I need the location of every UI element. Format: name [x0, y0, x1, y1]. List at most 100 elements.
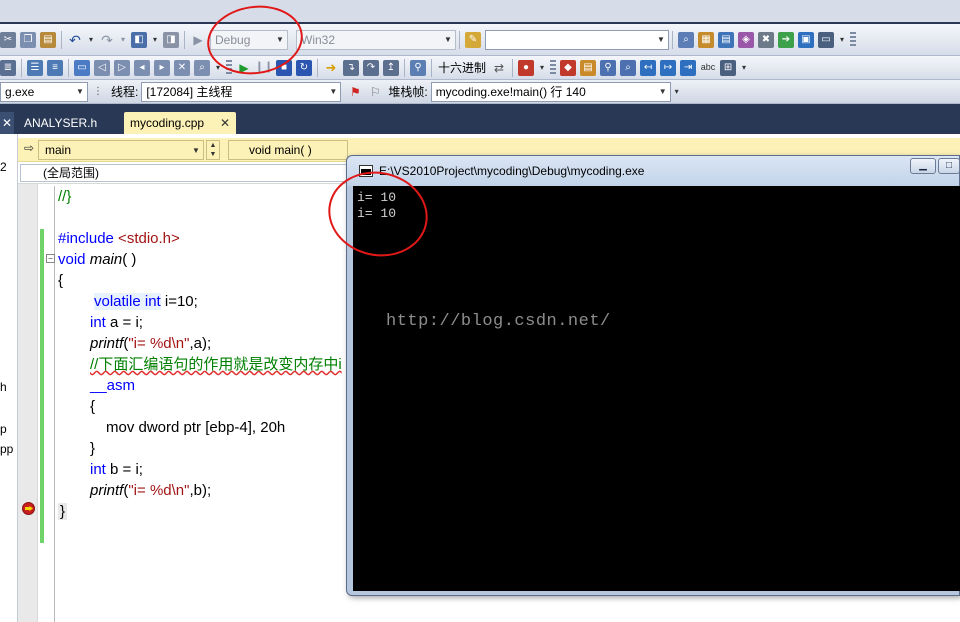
indent-icon[interactable]: ≣ [0, 59, 16, 76]
chevron-down-icon: ▼ [76, 87, 84, 96]
start-debugging-icon[interactable]: ▶ [190, 32, 206, 48]
collapse-icon[interactable]: − [46, 254, 55, 263]
breakpoint-current-line-icon[interactable] [22, 502, 35, 515]
toolbox-icon[interactable]: ✖ [758, 31, 774, 48]
preprocessor: #include [58, 230, 114, 247]
close-tab-icon[interactable]: ✕ [220, 116, 230, 130]
class-icon: ⇨ [24, 141, 35, 155]
separator [317, 58, 318, 77]
glyph-margin[interactable] [18, 184, 38, 622]
console-output[interactable]: i= 10 i= 10 [353, 186, 960, 591]
thread-combo[interactable]: [172084] 主线程 ▼ [141, 81, 342, 102]
split-button[interactable]: ▲ ▼ [206, 140, 220, 160]
comment: //} [58, 188, 72, 205]
outlining-line [54, 186, 55, 622]
find-in-files-icon[interactable]: ✎ [465, 31, 481, 48]
go-forward-icon[interactable]: ↦ [660, 59, 677, 76]
hex-display-button[interactable]: 十六进制 [438, 59, 486, 76]
prev-bookmark-icon[interactable]: ◁ [94, 59, 110, 76]
find-references-icon[interactable]: ⌕ [194, 59, 210, 76]
close-icon[interactable]: ✕ [0, 112, 14, 134]
call-hierarchy-icon[interactable]: ⚲ [600, 59, 617, 76]
code-line: printf("i= %d\n",b); [90, 482, 212, 499]
cut-icon[interactable]: ✂ [0, 31, 16, 48]
show-next-statement-icon[interactable]: ➜ [323, 60, 339, 76]
function-combo[interactable]: void main( ) [228, 140, 348, 160]
uncomment-icon[interactable]: ≡ [47, 59, 63, 76]
tab-mycoding-cpp[interactable]: mycoding.cpp ✕ [124, 112, 236, 134]
function-combo-value: void main( ) [249, 143, 312, 157]
console-window[interactable]: E:\VS2010Project\mycoding\Debug\mycoding… [346, 155, 960, 596]
global-scope-box[interactable]: (全局范围) [20, 164, 350, 182]
stack-frame-combo[interactable]: mycoding.exe!main() 行 140 ▼ [430, 81, 671, 102]
console-title-bar[interactable]: E:\VS2010Project\mycoding\Debug\mycoding… [347, 156, 960, 186]
find-combo[interactable]: ▼ [485, 29, 669, 50]
solution-explorer-icon[interactable]: ▦ [698, 31, 714, 48]
navigate-backward-icon[interactable]: ◧ [131, 31, 147, 48]
navigate-forward-icon[interactable]: ◨ [163, 31, 179, 48]
tab-analyser-h[interactable]: ANALYSER.h [18, 112, 120, 134]
toolbar-options-icon[interactable]: ▾ [838, 32, 846, 48]
copy-icon[interactable]: ❐ [20, 31, 36, 48]
tab-label: ANALYSER.h [24, 116, 98, 130]
code-line: //下面汇编语句的作用就是改变内存中i [90, 354, 342, 375]
comment-icon[interactable]: ☰ [27, 59, 43, 76]
process-combo[interactable]: g.exe ▼ [0, 81, 88, 102]
spell-check-icon[interactable]: abc [700, 60, 716, 76]
paste-icon[interactable]: ▤ [40, 31, 56, 48]
find-icon[interactable]: ⌕ [678, 31, 694, 48]
format-icon[interactable]: ⊞ [720, 59, 737, 76]
keyword: void [58, 251, 86, 268]
asm-instruction: mov dword ptr [106, 419, 202, 436]
restart-icon[interactable]: ↻ [296, 59, 312, 76]
undo-dropdown-icon[interactable]: ▾ [87, 32, 95, 48]
bookmark-icon[interactable]: ▭ [74, 59, 90, 76]
maximize-icon[interactable]: □ [938, 158, 960, 174]
code-line: } [58, 501, 68, 522]
code-line: int b = i; [90, 459, 143, 480]
undo-icon[interactable]: ↶ [67, 32, 83, 48]
windows-dropdown-icon[interactable]: ▾ [538, 60, 546, 76]
toolbar-options-icon[interactable]: ▾ [740, 60, 748, 76]
next-bookmark-icon[interactable]: ▷ [114, 59, 130, 76]
panel-text: pp [0, 442, 14, 456]
toolbar-grip-icon[interactable] [850, 31, 856, 48]
next-bookmark-folder-icon[interactable]: ▸ [154, 59, 170, 76]
thread-icon: ⋮ [93, 85, 103, 97]
function-name: main [89, 251, 123, 268]
quick-watch-icon[interactable]: ⚲ [410, 59, 426, 76]
scope-combo[interactable]: main ▼ [38, 140, 204, 160]
navigate-dropdown-icon[interactable]: ▾ [151, 32, 159, 48]
go-back-icon[interactable]: ↤ [640, 59, 657, 76]
start-page-icon[interactable]: ➔ [778, 31, 794, 48]
threads-icon[interactable]: ⇄ [491, 60, 507, 76]
object-browser-icon[interactable]: ◈ [738, 31, 754, 48]
solution-platform-combo[interactable]: Win32 ▼ [296, 29, 456, 50]
clear-bookmarks-icon[interactable]: ✕ [174, 59, 190, 76]
command-window-icon[interactable]: ▭ [818, 31, 834, 48]
code-text-part: a = i; [105, 314, 143, 331]
toolbar-grip-icon[interactable] [550, 59, 557, 76]
separator [672, 30, 673, 49]
redo-dropdown-icon[interactable]: ▾ [119, 32, 127, 48]
keyword: __asm [90, 377, 136, 394]
redo-icon[interactable]: ↷ [99, 32, 115, 48]
flag-dropdown-icon[interactable]: ⚐ [367, 84, 383, 100]
flag-thread-icon[interactable]: ⚑ [347, 84, 363, 100]
function-name: printf [90, 482, 124, 499]
navigate-to-icon[interactable]: ⇥ [680, 59, 697, 76]
find-symbol-icon[interactable]: ⌕ [620, 59, 637, 76]
class-view-icon[interactable]: ◆ [560, 59, 577, 76]
properties-icon[interactable]: ▤ [718, 31, 734, 48]
prev-bookmark-folder-icon[interactable]: ◂ [134, 59, 150, 76]
step-over-icon[interactable]: ↷ [363, 59, 379, 76]
brace: } [90, 440, 96, 457]
step-out-icon[interactable]: ↥ [383, 59, 399, 76]
breakpoints-window-icon[interactable]: ● [518, 59, 535, 76]
minimize-icon[interactable]: ▁ [910, 158, 936, 174]
step-into-icon[interactable]: ↴ [343, 59, 359, 76]
code-definition-icon[interactable]: ▤ [580, 59, 597, 76]
extension-manager-icon[interactable]: ▣ [798, 31, 814, 48]
separator [512, 58, 514, 77]
toolbar-options-icon[interactable]: ▾ [673, 84, 681, 100]
